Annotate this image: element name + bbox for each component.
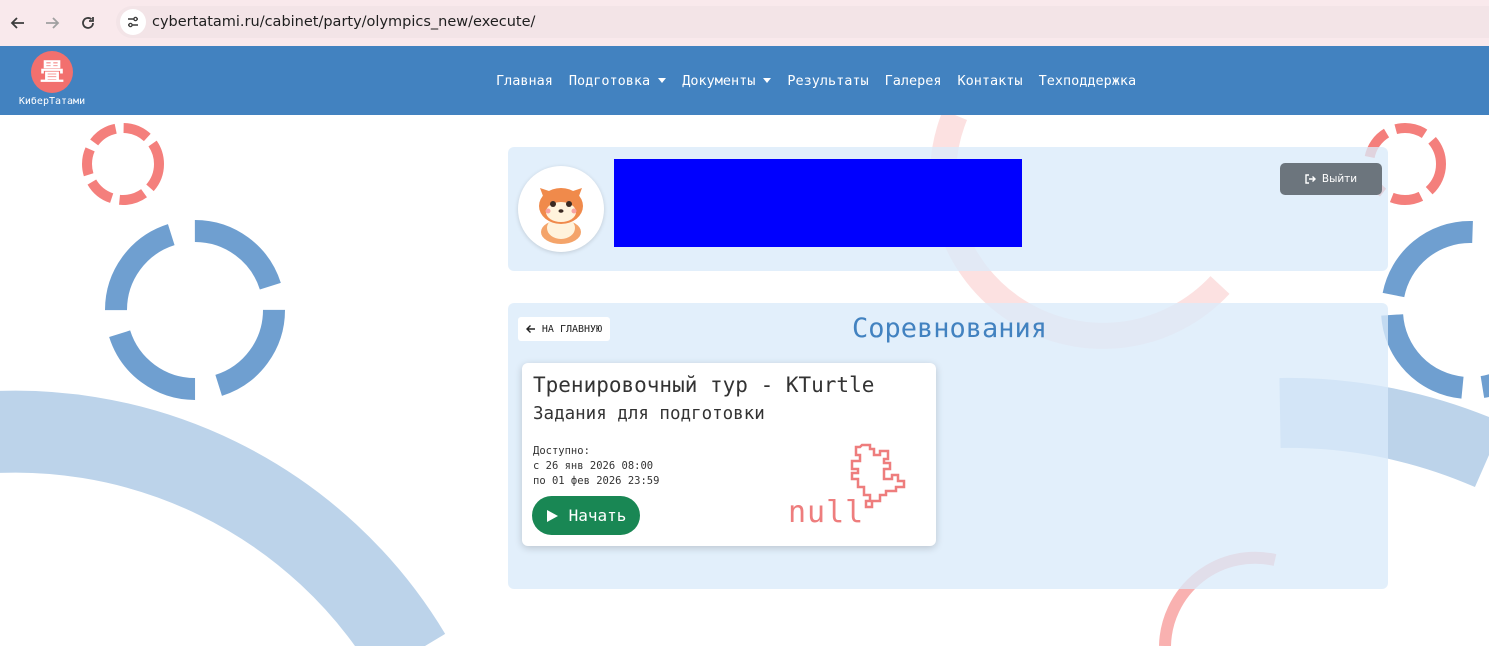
back-to-home-button[interactable]: НА ГЛАВНУЮ bbox=[518, 317, 610, 341]
redacted-user-info bbox=[614, 159, 1022, 247]
competition-title: Тренировочный тур - KTurtle bbox=[533, 373, 875, 397]
site-settings-icon[interactable] bbox=[120, 9, 146, 35]
nav-item-support[interactable]: Техподдержка bbox=[1039, 73, 1137, 89]
main-menu: Главная Подготовка Документы Результаты … bbox=[496, 46, 1152, 115]
tatami-logo-icon: 畳 bbox=[31, 51, 73, 93]
reload-icon[interactable] bbox=[70, 5, 106, 41]
play-icon bbox=[546, 509, 558, 522]
profile-card: Выйти bbox=[508, 147, 1388, 271]
competition-card: Тренировочный тур - KTurtle Задания для … bbox=[522, 363, 936, 546]
caret-down-icon bbox=[658, 78, 667, 83]
shiba-avatar-icon bbox=[539, 188, 583, 244]
nav-item-home[interactable]: Главная bbox=[496, 73, 553, 89]
competitions-panel: НА ГЛАВНУЮ Соревнования Тренировочный ту… bbox=[508, 303, 1388, 589]
nav-item-contacts[interactable]: Контакты bbox=[958, 73, 1023, 89]
nav-item-gallery[interactable]: Галерея bbox=[885, 73, 942, 89]
nav-item-results[interactable]: Результаты bbox=[787, 73, 868, 89]
page-title: Соревнования bbox=[852, 313, 1048, 344]
arrow-left-icon bbox=[525, 325, 535, 333]
logo-text: КиберТатами bbox=[18, 96, 86, 107]
start-button[interactable]: Начать bbox=[532, 496, 640, 535]
turtle-image: null bbox=[784, 435, 932, 539]
nav-item-documents[interactable]: Документы bbox=[682, 73, 772, 89]
logout-icon bbox=[1305, 174, 1316, 184]
back-arrow-icon[interactable] bbox=[0, 5, 36, 41]
browser-toolbar: cybertatami.ru/cabinet/party/olympics_ne… bbox=[0, 0, 1489, 46]
caret-down-icon bbox=[763, 78, 772, 83]
url-text: cybertatami.ru/cabinet/party/olympics_ne… bbox=[152, 14, 536, 30]
availability-to: по 01 фев 2026 23:59 bbox=[533, 475, 660, 487]
nav-item-preparation[interactable]: Подготовка bbox=[569, 73, 667, 89]
competition-subtitle: Задания для подготовки bbox=[533, 404, 765, 424]
site-logo[interactable]: 畳 КиберТатами bbox=[16, 51, 88, 113]
avatar bbox=[518, 166, 604, 252]
availability-label: Доступно: bbox=[533, 445, 590, 457]
availability-from: с 26 янв 2026 08:00 bbox=[533, 460, 654, 472]
forward-arrow-icon[interactable] bbox=[34, 5, 70, 41]
address-bar[interactable]: cybertatami.ru/cabinet/party/olympics_ne… bbox=[116, 6, 1489, 38]
logout-button[interactable]: Выйти bbox=[1280, 163, 1382, 195]
site-navbar: 畳 КиберТатами Главная Подготовка Докумен… bbox=[0, 46, 1489, 115]
image-alt-text: null bbox=[788, 495, 865, 530]
